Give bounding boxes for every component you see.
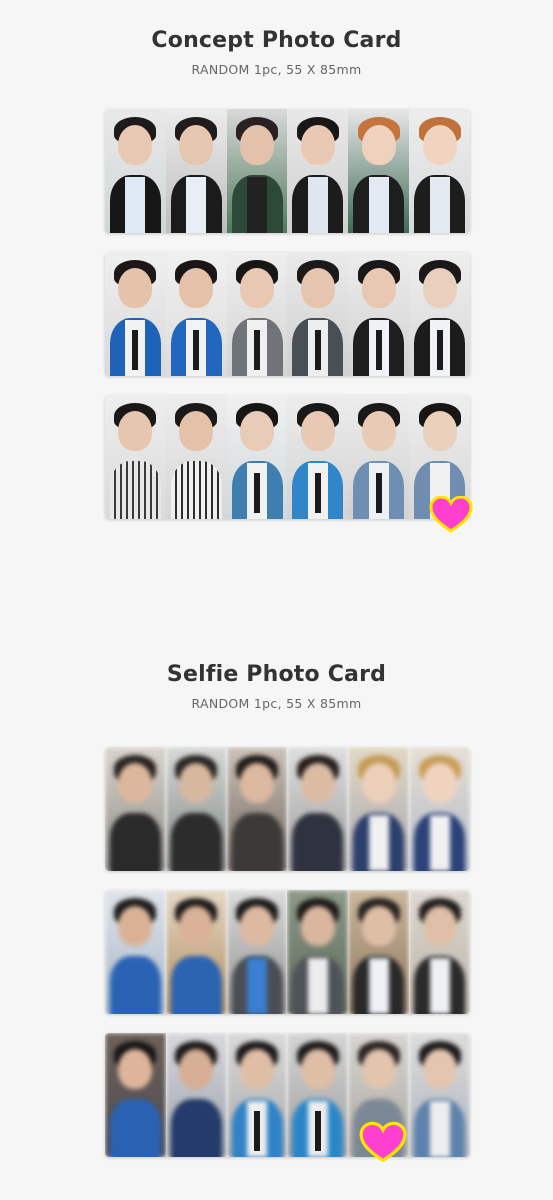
heart-sticker-icon (429, 496, 473, 533)
photo-card (105, 747, 166, 871)
heart-sticker-icon (359, 1121, 407, 1163)
photo-card (165, 395, 227, 519)
selfie-section-subtitle: RANDOM 1pc, 55 X 85mm (191, 696, 362, 711)
photo-card (226, 1033, 288, 1157)
photo-card (287, 252, 349, 376)
photo-card (165, 1033, 227, 1157)
photo-card (226, 395, 288, 519)
photo-card (105, 252, 166, 376)
photo-card (348, 109, 410, 233)
concept-card-row-1 (105, 109, 470, 233)
selfie-card-row-3 (105, 1033, 470, 1157)
photo-card (409, 1033, 470, 1157)
concept-section-title: Concept Photo Card (151, 28, 402, 53)
photo-card (105, 109, 166, 233)
photo-card (409, 747, 470, 871)
selfie-card-row-1 (105, 747, 470, 871)
photo-card (287, 1033, 349, 1157)
photo-card (165, 890, 227, 1014)
photo-card (105, 890, 166, 1014)
photo-card (287, 109, 349, 233)
photo-card (165, 252, 227, 376)
photo-card (287, 747, 349, 871)
selfie-section-title: Selfie Photo Card (166, 662, 387, 687)
photo-card (348, 252, 410, 376)
photo-card (348, 890, 410, 1014)
concept-section-subtitle: RANDOM 1pc, 55 X 85mm (191, 62, 362, 77)
photo-card (105, 1033, 166, 1157)
photo-card (348, 747, 410, 871)
concept-card-row-3 (105, 395, 470, 519)
photo-card (287, 395, 349, 519)
photo-card (287, 890, 349, 1014)
photo-card (226, 890, 288, 1014)
concept-card-row-2 (105, 252, 470, 376)
photo-card (165, 747, 227, 871)
photo-card (409, 109, 470, 233)
photo-card (409, 252, 470, 376)
photo-card (226, 252, 288, 376)
selfie-card-row-2 (105, 890, 470, 1014)
photo-card (165, 109, 227, 233)
photo-card (348, 395, 410, 519)
photo-card (409, 890, 470, 1014)
photo-card (105, 395, 166, 519)
photo-card (226, 747, 288, 871)
photo-card (226, 109, 288, 233)
